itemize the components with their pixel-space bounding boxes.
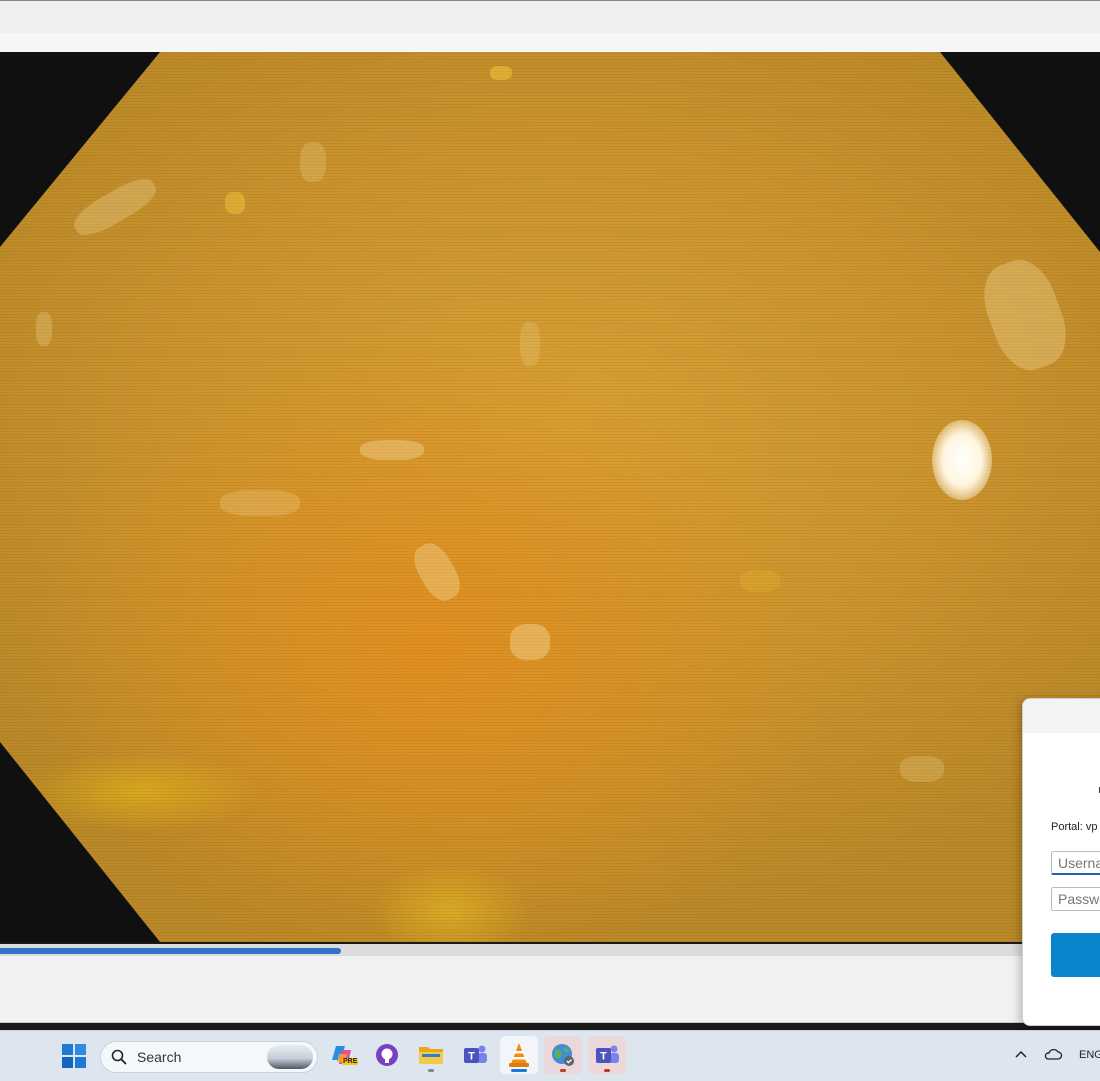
menu-bar xyxy=(0,1,1100,33)
teams-icon: T xyxy=(596,1045,619,1063)
vpn-login-dialog: Portal: vp xyxy=(1022,698,1100,1026)
particle xyxy=(360,440,424,460)
globe-vpn-icon xyxy=(552,1044,574,1066)
player-controls-bar xyxy=(0,956,1100,1023)
particle xyxy=(900,756,944,782)
svg-text:T: T xyxy=(600,1051,607,1063)
particle xyxy=(36,312,52,346)
onedrive-cloud-icon[interactable] xyxy=(1043,1047,1063,1061)
username-input[interactable] xyxy=(1051,851,1100,875)
copilot-badge: PRE xyxy=(342,1058,359,1065)
running-indicator xyxy=(428,1069,434,1072)
teams-icon: T xyxy=(464,1045,487,1063)
password-input[interactable] xyxy=(1051,887,1100,911)
running-indicator xyxy=(604,1069,610,1072)
taskbar-vpn-button[interactable] xyxy=(544,1036,582,1074)
dialog-titlebar[interactable] xyxy=(1023,699,1100,733)
particle xyxy=(510,624,550,660)
vlc-icon xyxy=(509,1043,529,1067)
search-icon xyxy=(111,1049,127,1065)
portal-label: Portal: vp xyxy=(1051,821,1098,833)
file-explorer-icon xyxy=(419,1047,443,1064)
particle xyxy=(220,490,300,516)
taskbar-vlc-button[interactable] xyxy=(500,1036,538,1074)
language-indicator[interactable]: ENG xyxy=(1079,1049,1100,1061)
taskbar-teams-button-2[interactable]: T xyxy=(588,1036,626,1074)
taskbar-file-explorer-button[interactable] xyxy=(412,1036,450,1074)
particle xyxy=(300,142,326,182)
github-icon xyxy=(376,1044,398,1066)
active-indicator xyxy=(511,1069,527,1072)
taskbar-github-button[interactable] xyxy=(368,1036,406,1074)
particle xyxy=(740,570,780,592)
particle xyxy=(225,192,245,214)
search-label: Search xyxy=(137,1049,182,1065)
particle xyxy=(490,66,512,80)
windows-start-icon[interactable] xyxy=(62,1044,86,1068)
seek-bar[interactable] xyxy=(0,944,1100,956)
svg-text:T: T xyxy=(468,1051,475,1063)
search-highlight-art xyxy=(267,1045,313,1069)
video-frame xyxy=(0,52,1100,942)
particle xyxy=(520,322,540,366)
taskbar-search-box[interactable]: Search xyxy=(100,1041,318,1073)
light-reflection xyxy=(932,420,992,500)
video-area[interactable] xyxy=(0,52,1100,942)
toolbar xyxy=(0,33,1100,54)
taskbar-teams-button[interactable]: T xyxy=(456,1036,494,1074)
chevron-up-icon[interactable] xyxy=(1014,1049,1028,1059)
sign-in-button[interactable] xyxy=(1051,933,1100,977)
running-indicator xyxy=(560,1069,566,1072)
seek-bar-fill xyxy=(0,948,341,954)
window-top-bar xyxy=(0,0,1100,54)
taskbar-copilot-button[interactable]: PRE xyxy=(324,1036,362,1074)
scanlines xyxy=(0,52,1100,942)
